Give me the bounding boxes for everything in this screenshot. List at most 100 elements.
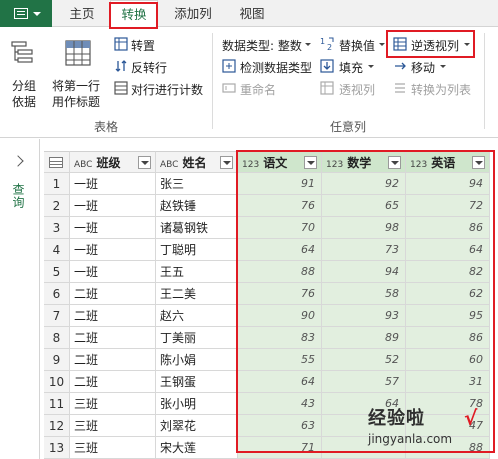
- check-icon: √: [464, 406, 478, 430]
- file-menu-button[interactable]: [0, 0, 52, 27]
- text-type-icon: ABC: [74, 160, 93, 170]
- pivot-column-button[interactable]: 透视列: [339, 81, 375, 98]
- row-index[interactable]: 3: [44, 217, 70, 239]
- rename-icon: [222, 83, 236, 93]
- row-index[interactable]: 11: [44, 393, 70, 415]
- table-menu-button[interactable]: [44, 151, 70, 173]
- reverse-rows-icon: [115, 60, 127, 72]
- watermark-title: 经验啦: [368, 408, 425, 429]
- query-pane-collapsed: 查询: [0, 139, 40, 459]
- cell-class[interactable]: 一班: [70, 173, 156, 195]
- cell-name[interactable]: 刘翠花: [156, 415, 238, 437]
- reverse-rows-button[interactable]: 反转行: [131, 59, 167, 76]
- row-index[interactable]: 6: [44, 283, 70, 305]
- cell-class[interactable]: 二班: [70, 371, 156, 393]
- row-index[interactable]: 10: [44, 371, 70, 393]
- group-label-any-column: 任意列: [330, 120, 367, 134]
- group-by-icon: [11, 41, 33, 63]
- transpose-button[interactable]: 转置: [131, 37, 155, 54]
- convert-to-list-icon: [395, 83, 405, 93]
- selected-columns-highlight: [236, 150, 495, 453]
- cell-name[interactable]: 丁美丽: [156, 327, 238, 349]
- cell-name[interactable]: 王钢蛋: [156, 371, 238, 393]
- group-by-label: 分组 依据: [12, 79, 37, 109]
- cell-class[interactable]: 二班: [70, 305, 156, 327]
- tab-view[interactable]: 视图: [228, 0, 276, 27]
- cell-name[interactable]: 王二美: [156, 283, 238, 305]
- count-rows-icon: [114, 81, 128, 95]
- use-first-row-as-headers-button[interactable]: 将第一行 用作标题: [46, 33, 108, 113]
- queries-label[interactable]: 查询: [10, 183, 27, 209]
- cell-class[interactable]: 三班: [70, 437, 156, 459]
- move-button[interactable]: 移动: [411, 59, 435, 76]
- row-index[interactable]: 5: [44, 261, 70, 283]
- cell-name[interactable]: 丁聪明: [156, 239, 238, 261]
- watermark-url: jingyanla.com: [368, 432, 453, 446]
- count-rows-button[interactable]: 对行进行计数: [131, 81, 203, 98]
- cell-class[interactable]: 一班: [70, 261, 156, 283]
- replace-values-button[interactable]: 替换值: [339, 37, 375, 54]
- watermark: 经验啦 jingyanla.com √: [368, 404, 477, 446]
- chevron-down-icon: [305, 43, 311, 46]
- chevron-down-icon: [464, 43, 470, 46]
- first-row-header-icon: [65, 40, 91, 66]
- ribbon-separator: [212, 33, 213, 129]
- svg-text:1: 1: [320, 37, 325, 46]
- row-index[interactable]: 2: [44, 195, 70, 217]
- cell-class[interactable]: 一班: [70, 195, 156, 217]
- cell-class[interactable]: 三班: [70, 415, 156, 437]
- move-icon: [395, 62, 406, 70]
- ribbon-separator: [484, 33, 485, 129]
- cell-class[interactable]: 二班: [70, 283, 156, 305]
- tab-home[interactable]: 主页: [58, 0, 106, 27]
- column-header-name[interactable]: ABC 姓名: [156, 151, 238, 173]
- chevron-down-icon: [33, 12, 41, 16]
- tab-add-column[interactable]: 添加列: [164, 0, 222, 27]
- cell-class[interactable]: 三班: [70, 393, 156, 415]
- unpivot-columns-icon: [393, 37, 407, 51]
- replace-values-icon: 1 2: [320, 37, 334, 51]
- chevron-down-icon: [379, 43, 385, 46]
- cell-name[interactable]: 陈小娟: [156, 349, 238, 371]
- file-menu-icon: [14, 8, 28, 19]
- cell-name[interactable]: 赵六: [156, 305, 238, 327]
- column-header-class[interactable]: ABC 班级: [70, 151, 156, 173]
- group-label-table: 表格: [94, 120, 119, 134]
- row-index[interactable]: 9: [44, 349, 70, 371]
- chevron-right-icon[interactable]: [12, 155, 24, 167]
- row-index[interactable]: 12: [44, 415, 70, 437]
- cell-name[interactable]: 王五: [156, 261, 238, 283]
- unpivot-columns-button[interactable]: 逆透视列: [411, 37, 459, 54]
- group-by-button[interactable]: 分组 依据: [4, 33, 44, 113]
- row-index[interactable]: 4: [44, 239, 70, 261]
- fill-button[interactable]: 填充: [339, 59, 363, 76]
- transform-tab-highlight: [109, 2, 158, 29]
- detect-data-type-icon: [222, 59, 236, 73]
- cell-name[interactable]: 宋大莲: [156, 437, 238, 459]
- detect-data-type-button[interactable]: 检测数据类型: [240, 59, 312, 76]
- cell-class[interactable]: 二班: [70, 349, 156, 371]
- data-type-dropdown[interactable]: 数据类型: 整数: [222, 37, 302, 54]
- text-type-icon: ABC: [160, 160, 179, 170]
- cell-class[interactable]: 一班: [70, 217, 156, 239]
- row-index[interactable]: 7: [44, 305, 70, 327]
- filter-dropdown-icon[interactable]: [138, 156, 151, 169]
- use-first-row-label: 将第一行 用作标题: [52, 79, 101, 109]
- cell-class[interactable]: 一班: [70, 239, 156, 261]
- cell-name[interactable]: 张三: [156, 173, 238, 195]
- convert-to-list-button[interactable]: 转换为列表: [411, 81, 471, 98]
- cell-class[interactable]: 二班: [70, 327, 156, 349]
- row-index[interactable]: 13: [44, 437, 70, 459]
- fill-down-icon: [320, 59, 334, 73]
- ribbon: 分组 依据 将第一行 用作标题 转置 反转行 对行进行计数 表格 数据类型: 整…: [0, 27, 498, 138]
- row-index[interactable]: 8: [44, 327, 70, 349]
- column-header-label: 姓名: [182, 156, 207, 170]
- cell-name[interactable]: 诸葛钢铁: [156, 217, 238, 239]
- rename-button[interactable]: 重命名: [240, 81, 276, 98]
- filter-dropdown-icon[interactable]: [220, 156, 233, 169]
- cell-name[interactable]: 张小明: [156, 393, 238, 415]
- ribbon-tab-bar: 主页 转换 添加列 视图: [0, 0, 498, 28]
- column-header-label: 班级: [96, 156, 121, 170]
- row-index[interactable]: 1: [44, 173, 70, 195]
- cell-name[interactable]: 赵铁锤: [156, 195, 238, 217]
